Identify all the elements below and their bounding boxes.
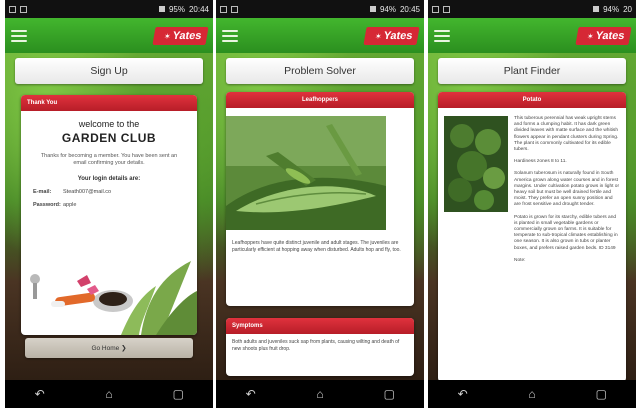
battery-level: 94% bbox=[603, 4, 620, 14]
android-nav-bar: ↶ ⌂ ▢ bbox=[216, 380, 424, 408]
notification-icon bbox=[432, 5, 439, 13]
page-title: Sign Up bbox=[15, 58, 203, 84]
password-row: Password: apple bbox=[33, 202, 197, 208]
email-label: E-mail: bbox=[33, 189, 52, 195]
recent-apps-icon[interactable]: ▢ bbox=[589, 387, 613, 401]
email-row: E-mail: Steath007@mail.co bbox=[33, 189, 197, 195]
home-icon[interactable]: ⌂ bbox=[520, 387, 544, 401]
potato-card: Potato This tuberous perennial has weak … bbox=[438, 92, 626, 382]
yates-logo: ✶ Yates bbox=[151, 26, 209, 45]
clock: 20:44 bbox=[188, 4, 209, 14]
battery-level: 94% bbox=[379, 4, 396, 14]
plant-details: This tuberous perennial has weak upright… bbox=[438, 108, 626, 278]
home-icon[interactable]: ⌂ bbox=[308, 387, 332, 401]
phone-screen-plant-finder: 94% 20 ✶ Yates Plant Finder Potato This t… bbox=[428, 0, 636, 408]
app-bar: ✶ Yates bbox=[216, 18, 424, 53]
android-nav-bar: ↶ ⌂ ▢ bbox=[428, 380, 636, 408]
back-icon[interactable]: ↶ bbox=[239, 387, 263, 401]
go-home-button[interactable]: Go Home ❯ bbox=[25, 338, 193, 358]
status-bar: 94% 20 bbox=[428, 0, 636, 18]
image-icon bbox=[20, 5, 27, 13]
clock: 20 bbox=[623, 4, 632, 14]
symptoms-text: Both adults and juveniles suck sap from … bbox=[232, 339, 400, 352]
phone-screen-sign-up: 95% 20:44 ✶ Yates Sign Up Thank You welco… bbox=[5, 0, 213, 408]
gardening-tools-illustration bbox=[30, 261, 197, 335]
back-icon[interactable]: ↶ bbox=[451, 387, 475, 401]
welcome-text: welcome to the bbox=[78, 119, 140, 129]
card-header: Thank You bbox=[21, 95, 197, 111]
android-nav-bar: ↶ ⌂ ▢ bbox=[5, 380, 213, 408]
garden-club-heading: GARDEN CLUB bbox=[61, 131, 157, 145]
potato-plant-photo bbox=[444, 116, 508, 212]
plant-description-para: Solanum tuberosum is naturally found in … bbox=[514, 171, 620, 208]
plant-note: Note: bbox=[514, 257, 526, 263]
menu-icon[interactable] bbox=[11, 29, 27, 42]
image-icon bbox=[231, 5, 238, 13]
battery-level: 95% bbox=[168, 4, 185, 14]
signal-icon bbox=[158, 6, 165, 12]
leafhopper-photo bbox=[226, 116, 386, 230]
yates-logo: ✶ Yates bbox=[362, 26, 420, 45]
signal-icon bbox=[369, 6, 376, 12]
plant-description-para: Potato is grown for its starchy, edible … bbox=[514, 214, 618, 251]
clock: 20:45 bbox=[399, 4, 420, 14]
back-icon[interactable]: ↶ bbox=[28, 387, 52, 401]
login-details-heading: Your login details are: bbox=[77, 176, 141, 182]
page-title: Problem Solver bbox=[226, 58, 414, 84]
notification-icon bbox=[220, 5, 227, 13]
symptoms-card: Symptoms Both adults and juveniles suck … bbox=[226, 318, 414, 376]
app-bar: ✶ Yates bbox=[5, 18, 213, 53]
home-icon[interactable]: ⌂ bbox=[97, 387, 121, 401]
leafhopper-description: Leafhoppers have quite distinct juvenile… bbox=[232, 240, 401, 253]
password-label: Password: bbox=[33, 202, 61, 208]
signal-icon bbox=[593, 6, 600, 12]
recent-apps-icon[interactable]: ▢ bbox=[166, 387, 190, 401]
image-icon bbox=[443, 5, 450, 13]
card-header: Potato bbox=[438, 92, 626, 108]
plant-hardiness: Hardiness zones 8 to 11. bbox=[514, 159, 567, 165]
plant-description-para: This tuberous perennial has weak upright… bbox=[514, 116, 619, 153]
plant-description: This tuberous perennial has weak upright… bbox=[514, 116, 620, 270]
status-bar: 95% 20:44 bbox=[5, 0, 213, 18]
yates-logo: ✶ Yates bbox=[574, 26, 632, 45]
notification-icon bbox=[9, 5, 16, 13]
phone-screen-problem-solver: 94% 20:45 ✶ Yates Problem Solver Leafhopp… bbox=[216, 0, 424, 408]
thank-you-card: Thank You welcome to the GARDEN CLUB Tha… bbox=[21, 95, 197, 335]
card-header: Leafhoppers bbox=[226, 92, 414, 108]
status-bar: 94% 20:45 bbox=[216, 0, 424, 18]
email-value: Steath007@mail.co bbox=[63, 189, 112, 195]
menu-icon[interactable] bbox=[222, 29, 238, 42]
app-bar: ✶ Yates bbox=[428, 18, 636, 53]
menu-icon[interactable] bbox=[434, 29, 450, 42]
leafhoppers-card: Leafhoppers Leafhoppers have quite disti… bbox=[226, 92, 414, 306]
thanks-message: Thanks for becoming a member. You have b… bbox=[40, 153, 178, 166]
symptoms-header: Symptoms bbox=[226, 318, 414, 334]
recent-apps-icon[interactable]: ▢ bbox=[377, 387, 401, 401]
password-value: apple bbox=[63, 202, 77, 208]
page-title: Plant Finder bbox=[438, 58, 626, 84]
